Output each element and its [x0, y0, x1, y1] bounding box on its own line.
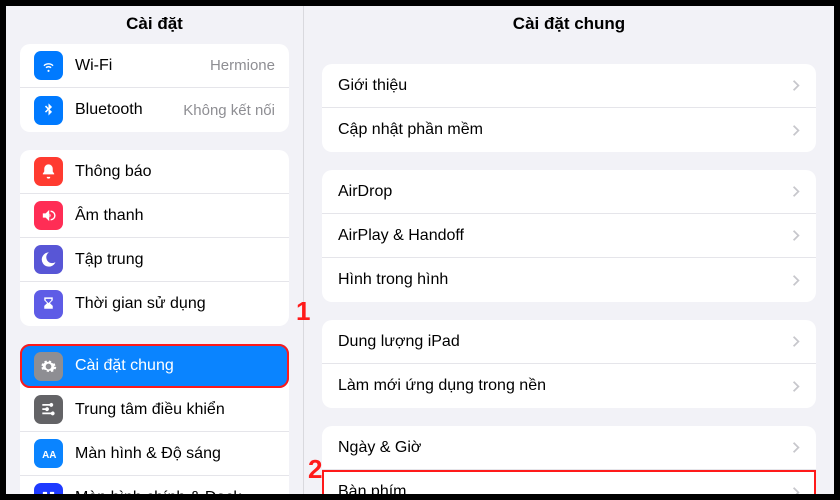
sidebar-item-label: Thời gian sử dụng — [75, 295, 206, 313]
row-label: AirDrop — [338, 183, 392, 201]
row-label: Cập nhật phần mềm — [338, 121, 483, 139]
detail-group-3: Dung lượng iPad Làm mới ứng dụng trong n… — [322, 320, 816, 408]
row-label: AirPlay & Handoff — [338, 227, 464, 245]
detail-pane: Cài đặt chung Giới thiệu Cập nhật phần m… — [304, 6, 834, 494]
text-size-icon: AA — [34, 439, 63, 468]
sidebar-item-label: Âm thanh — [75, 207, 143, 225]
row-pip[interactable]: Hình trong hình — [322, 258, 816, 302]
sidebar-item-label: Tập trung — [75, 251, 143, 269]
sidebar-item-label: Thông báo — [75, 163, 152, 181]
sidebar-item-wifi[interactable]: Wi-Fi Hermione — [20, 44, 289, 88]
sidebar-item-display[interactable]: AA Màn hình & Độ sáng — [20, 432, 289, 476]
chevron-right-icon — [792, 229, 800, 242]
wifi-value: Hermione — [210, 57, 275, 74]
row-software-update[interactable]: Cập nhật phần mềm — [322, 108, 816, 152]
svg-text:AA: AA — [42, 450, 56, 461]
chevron-right-icon — [792, 274, 800, 287]
chevron-right-icon — [792, 124, 800, 137]
chevron-right-icon — [792, 335, 800, 348]
sidebar-item-label: Trung tâm điều khiển — [75, 401, 225, 419]
sidebar-item-label: Màn hình & Độ sáng — [75, 445, 221, 463]
row-airplay[interactable]: AirPlay & Handoff — [322, 214, 816, 258]
row-storage[interactable]: Dung lượng iPad — [322, 320, 816, 364]
sidebar-group-attention: Thông báo Âm thanh Tập trung Thời gian s… — [20, 150, 289, 326]
moon-icon — [34, 245, 63, 274]
sidebar-group-device: Cài đặt chung Trung tâm điều khiển AA Mà… — [20, 344, 289, 494]
sidebar-item-focus[interactable]: Tập trung — [20, 238, 289, 282]
sidebar-item-general[interactable]: Cài đặt chung — [20, 344, 289, 388]
grid-icon — [34, 483, 63, 494]
sidebar-title: Cài đặt — [6, 6, 303, 44]
row-label: Ngày & Giờ — [338, 439, 421, 457]
sidebar-item-screentime[interactable]: Thời gian sử dụng — [20, 282, 289, 326]
settings-split-view: Cài đặt Wi-Fi Hermione Bluetooth Không k… — [6, 6, 834, 494]
row-about[interactable]: Giới thiệu — [322, 64, 816, 108]
sidebar-group-connectivity: Wi-Fi Hermione Bluetooth Không kết nối — [20, 44, 289, 132]
sidebar-item-controlcenter[interactable]: Trung tâm điều khiển — [20, 388, 289, 432]
bluetooth-icon — [34, 96, 63, 125]
detail-title: Cài đặt chung — [304, 6, 834, 44]
sidebar-item-homescreen[interactable]: Màn hình chính & Dock — [20, 476, 289, 494]
row-label: Dung lượng iPad — [338, 333, 460, 351]
sliders-icon — [34, 395, 63, 424]
chevron-right-icon — [792, 380, 800, 393]
row-date-time[interactable]: Ngày & Giờ — [322, 426, 816, 470]
bluetooth-value: Không kết nối — [183, 102, 275, 119]
detail-group-2: AirDrop AirPlay & Handoff Hình trong hìn… — [322, 170, 816, 302]
row-keyboard[interactable]: Bàn phím — [322, 470, 816, 494]
sidebar: Cài đặt Wi-Fi Hermione Bluetooth Không k… — [6, 6, 304, 494]
chevron-right-icon — [792, 441, 800, 454]
sidebar-item-label: Bluetooth — [75, 101, 143, 119]
row-background-refresh[interactable]: Làm mới ứng dụng trong nền — [322, 364, 816, 408]
row-label: Giới thiệu — [338, 77, 407, 95]
sidebar-item-label: Cài đặt chung — [75, 357, 174, 375]
gear-icon — [34, 352, 63, 381]
row-label: Làm mới ứng dụng trong nền — [338, 377, 546, 395]
sidebar-item-bluetooth[interactable]: Bluetooth Không kết nối — [20, 88, 289, 132]
row-airdrop[interactable]: AirDrop — [322, 170, 816, 214]
chevron-right-icon — [792, 79, 800, 92]
speaker-icon — [34, 201, 63, 230]
detail-group-4: Ngày & Giờ Bàn phím — [322, 426, 816, 494]
detail-group-1: Giới thiệu Cập nhật phần mềm — [322, 64, 816, 152]
sidebar-item-label: Màn hình chính & Dock — [75, 489, 241, 495]
bell-icon — [34, 157, 63, 186]
chevron-right-icon — [792, 185, 800, 198]
hourglass-icon — [34, 290, 63, 319]
sidebar-item-notifications[interactable]: Thông báo — [20, 150, 289, 194]
wifi-icon — [34, 51, 63, 80]
row-label: Bàn phím — [338, 483, 406, 494]
row-label: Hình trong hình — [338, 271, 448, 289]
chevron-right-icon — [792, 486, 800, 495]
sidebar-item-label: Wi-Fi — [75, 57, 112, 75]
sidebar-item-sounds[interactable]: Âm thanh — [20, 194, 289, 238]
